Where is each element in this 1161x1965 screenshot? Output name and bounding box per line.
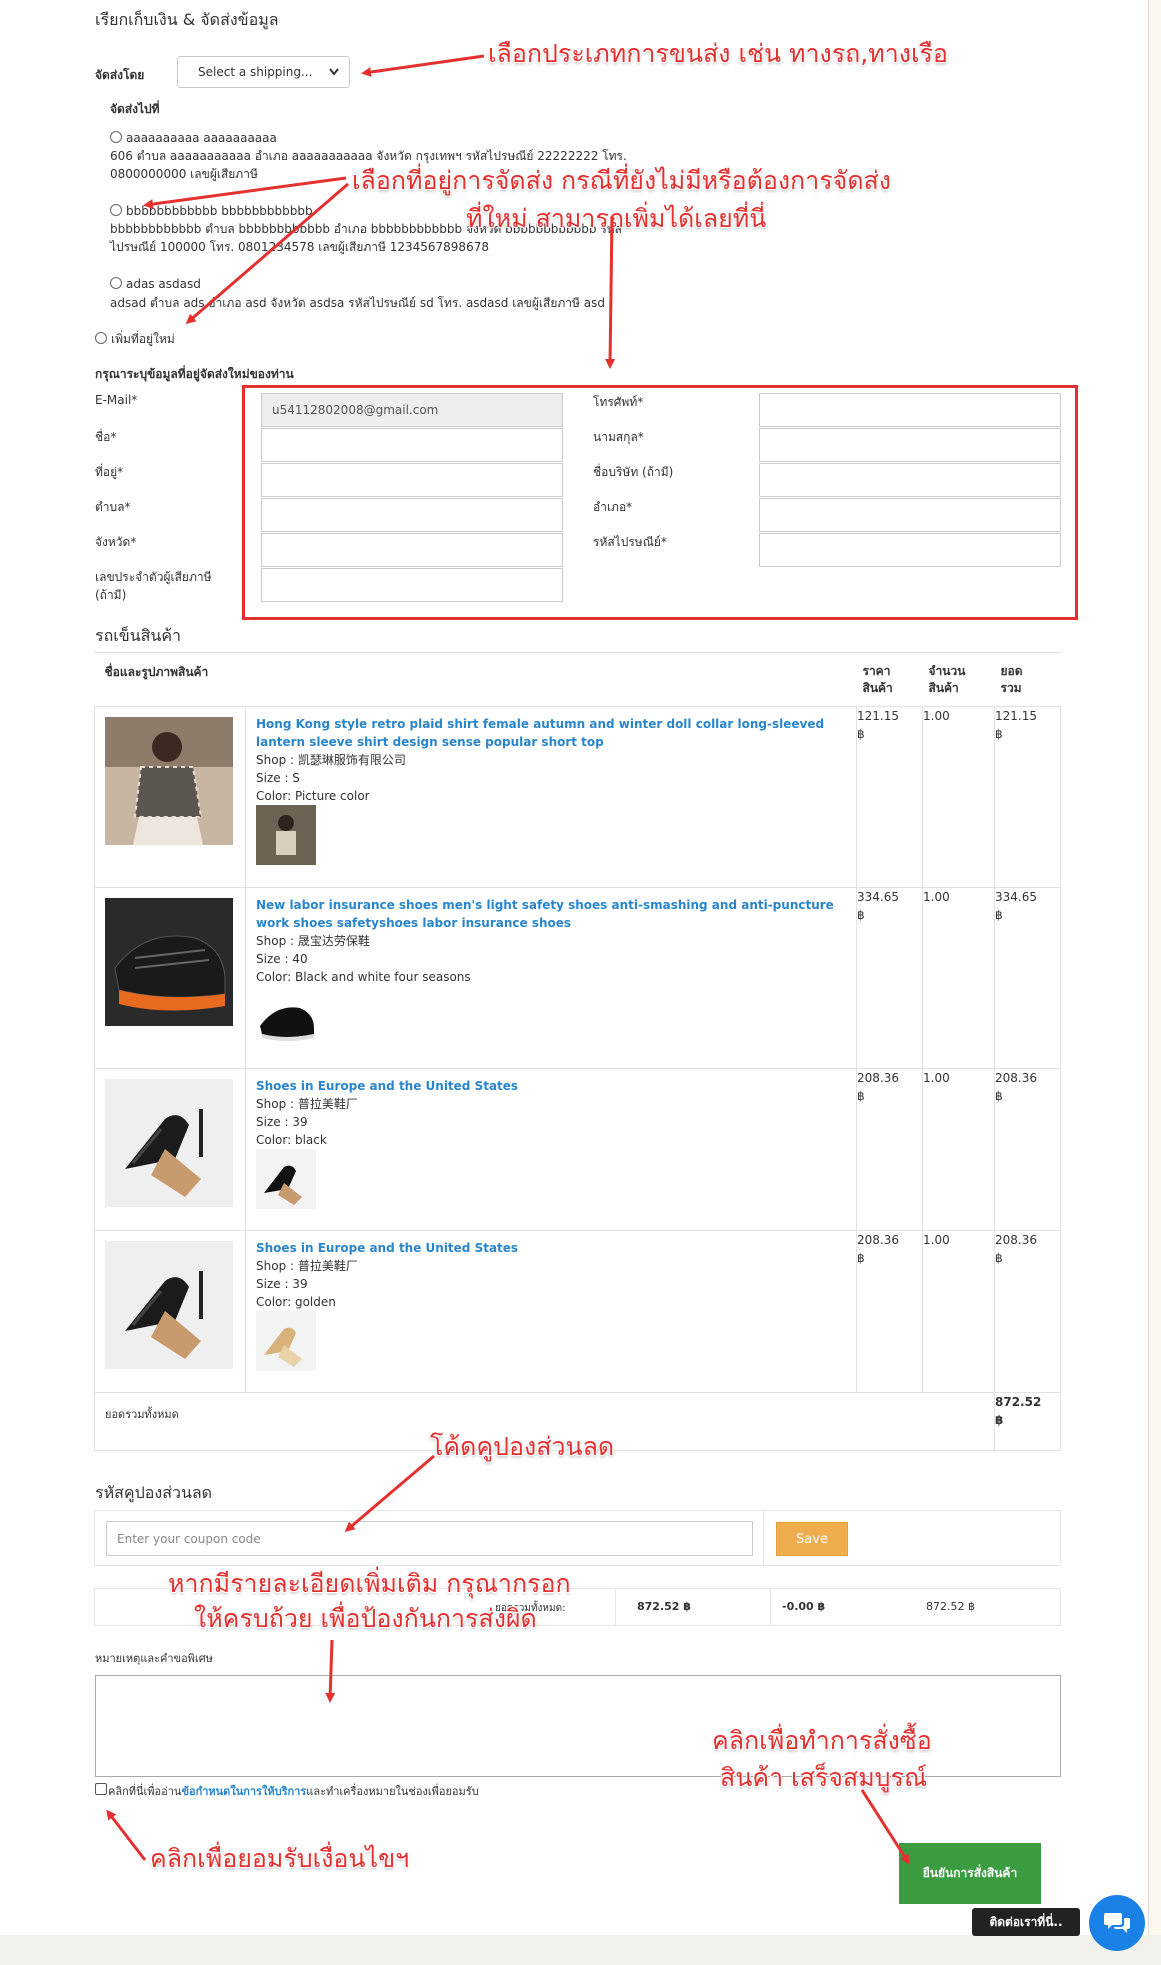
checkout-page: เรียกเก็บเงิน & จัดส่งข้อมูล จัดส่งโดย S…	[0, 0, 1149, 1935]
arrow-accept	[106, 1809, 147, 1861]
footer-strip	[0, 1935, 1161, 1965]
contact-us-button[interactable]: ติดต่อเราที่นี่..	[972, 1908, 1080, 1936]
annotation-arrows	[106, 54, 910, 1865]
arrow-address-2	[185, 182, 349, 324]
arrow-notes	[325, 1639, 336, 1703]
arrow-address-1	[143, 176, 347, 210]
arrow-confirm	[860, 1789, 910, 1865]
arrow-coupon	[344, 1454, 435, 1532]
chat-button[interactable]	[1089, 1895, 1145, 1951]
arrow-shipping	[361, 54, 485, 77]
chat-icon	[1104, 1913, 1130, 1933]
arrow-new-address	[605, 215, 616, 369]
